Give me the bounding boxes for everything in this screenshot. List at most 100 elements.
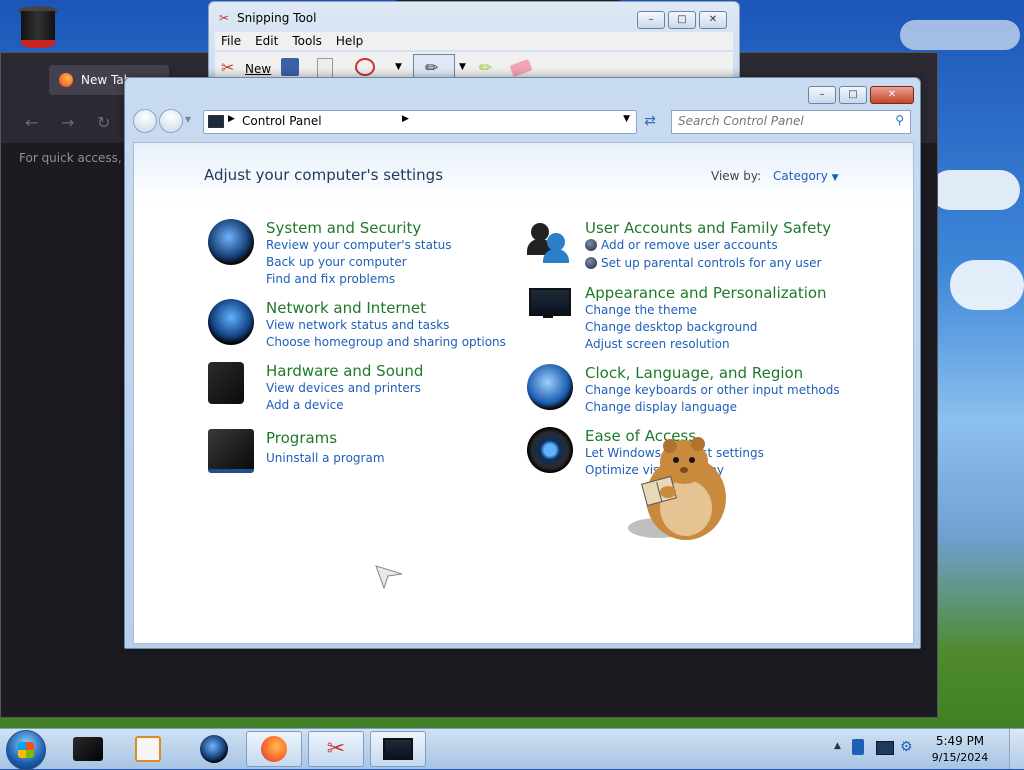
chevron-right-icon[interactable]: ▶ [228,114,235,124]
category-link[interactable]: Change display language [585,400,737,414]
monitor-icon[interactable] [527,284,573,330]
network-tray-icon[interactable] [876,741,894,755]
firefox-icon [59,73,73,87]
printer-speaker-icon[interactable] [208,362,244,404]
category-title[interactable]: System and Security [266,219,421,237]
forward-button[interactable] [159,109,183,133]
users-icon[interactable] [527,219,573,265]
firefox-icon [261,736,287,762]
clock-date[interactable]: 9/15/2024 [920,751,1000,764]
category-link[interactable]: Add a device [266,398,344,412]
chevron-right-icon[interactable]: ▶ [402,114,409,124]
globe-icon [200,735,228,763]
hamster-mascot[interactable] [628,432,728,544]
menu-edit[interactable]: Edit [255,32,278,50]
minimize-button[interactable]: – [637,11,665,29]
eraser-icon[interactable] [509,58,533,78]
category-link[interactable]: View devices and printers [266,381,421,395]
view-by-value: Category [773,169,828,183]
chevron-down-icon[interactable]: ▼ [185,115,191,124]
cloud [930,170,1020,210]
forward-arrow-icon[interactable]: → [61,113,74,132]
close-button[interactable]: ✕ [870,86,914,104]
category-title[interactable]: Hardware and Sound [266,362,423,380]
search-box[interactable]: ⚲ [671,110,911,134]
taskbar-item-snipping-tool[interactable]: ✂ [308,731,364,767]
chevron-down-icon[interactable]: ▼ [459,62,466,72]
menu-file[interactable]: File [221,32,241,50]
maximize-button[interactable]: □ [839,86,867,104]
refresh-icon[interactable]: ⇄ [640,111,660,131]
category-title[interactable]: Programs [266,429,337,447]
taskbar-item-explorer[interactable] [60,731,116,767]
view-by-label: View by: [711,169,762,183]
address-bar[interactable]: ▶ Control Panel ▶ ▼ [203,110,637,134]
view-by-dropdown[interactable]: Category ▼ [773,169,839,183]
close-button[interactable]: ✕ [699,11,727,29]
taskbar-item-control-panel[interactable] [370,731,426,767]
chevron-down-icon: ▼ [831,173,839,183]
category-title[interactable]: Clock, Language, and Region [585,364,803,382]
maximize-button[interactable]: □ [668,11,696,29]
category-link[interactable]: Review your computer's status [266,238,452,252]
cloud [900,20,1020,50]
media-player-icon [135,736,161,762]
reload-icon[interactable]: ↻ [97,113,110,132]
chevron-up-icon[interactable]: ▲ [834,741,841,751]
new-snip-button[interactable]: New [245,62,271,76]
breadcrumb[interactable]: Control Panel [242,114,322,128]
volume-tray-icon[interactable]: ⚙ [900,739,913,755]
programs-icon[interactable] [208,429,254,473]
category-link[interactable]: Choose homegroup and sharing options [266,335,506,349]
parental-controls-icon [585,257,597,269]
recycle-bin-icon[interactable] [18,6,58,50]
monitor-icon [383,738,413,760]
user-account-icon [585,239,597,251]
send-snip-icon[interactable] [355,58,375,76]
copy-icon[interactable] [317,58,333,78]
search-icon[interactable]: ⚲ [895,113,904,127]
clock-time[interactable]: 5:49 PM [920,734,1000,748]
flag-tray-icon[interactable] [852,739,864,755]
network-globe-icon[interactable] [208,299,254,345]
scissors-icon: ✂ [221,58,235,77]
category-link[interactable]: Add or remove user accounts [601,238,778,252]
category-link[interactable]: Find and fix problems [266,272,395,286]
highlighter-icon[interactable]: ✏ [479,58,492,77]
view-by: View by: Category ▼ [711,169,839,183]
category-link[interactable]: Change the theme [585,303,697,317]
category-link[interactable]: Back up your computer [266,255,407,269]
category-link[interactable]: Set up parental controls for any user [601,256,821,270]
back-arrow-icon[interactable]: ← [25,113,38,132]
globe-clock-icon[interactable] [527,364,573,410]
menu-help[interactable]: Help [336,32,363,50]
scissors-icon: ✂ [219,11,230,25]
category-link[interactable]: View network status and tasks [266,318,449,332]
show-desktop-button[interactable] [1009,729,1024,769]
minimize-button[interactable]: – [808,86,836,104]
shield-icon[interactable] [208,219,254,265]
category-title[interactable]: Network and Internet [266,299,426,317]
taskbar: ✂ ▲ ⚙ 5:49 PM 9/15/2024 [0,728,1024,770]
cloud [950,260,1024,310]
chevron-down-icon[interactable]: ▼ [623,114,630,124]
category-link[interactable]: Change desktop background [585,320,757,334]
taskbar-item-media-player[interactable] [120,731,176,767]
chevron-down-icon[interactable]: ▼ [395,62,402,72]
taskbar-item-firefox[interactable] [246,731,302,767]
search-input[interactable] [672,111,884,131]
save-icon[interactable] [281,58,299,76]
snipping-menu-bar: File Edit Tools Help [215,32,733,50]
category-title[interactable]: Appearance and Personalization [585,284,827,302]
ease-of-access-icon[interactable] [527,427,573,473]
start-button[interactable] [6,730,46,770]
category-link[interactable]: Adjust screen resolution [585,337,730,351]
control-panel-window[interactable]: – □ ✕ ▼ ▶ Control Panel ▶ ▼ ⇄ ⚲ Adjust y… [124,77,921,649]
back-button[interactable] [133,109,157,133]
category-link[interactable]: Uninstall a program [266,451,385,465]
category-title[interactable]: User Accounts and Family Safety [585,219,831,237]
category-link[interactable]: Change keyboards or other input methods [585,383,840,397]
menu-tools[interactable]: Tools [292,32,322,50]
mouse-cursor-icon [375,565,403,590]
taskbar-item-network[interactable] [186,731,242,767]
